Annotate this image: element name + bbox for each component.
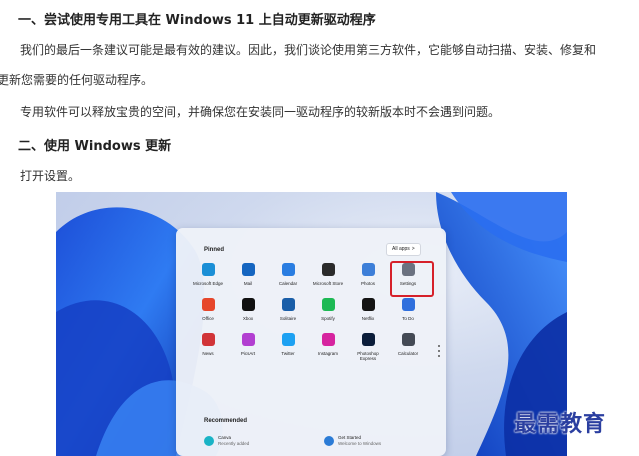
get-started-icon [324,436,334,446]
pinned-app-label: Microsoft Edge [192,281,223,286]
pinned-app-label: Photos [360,281,375,286]
recommended-item-title: Get Started [338,435,362,440]
twitter-icon [281,333,295,346]
pinned-app-label: News [202,351,214,356]
pinned-app[interactable]: PicsArt [228,333,268,356]
paragraph: 打开设置。 [20,169,81,183]
xbox-icon [241,298,255,311]
news-icon [201,333,215,346]
pinned-app-label: Office [202,316,214,321]
page-dots-indicator[interactable] [438,345,441,360]
windows-start-menu-screenshot: Pinned All apps > Microsoft Edge Mail Calen… [56,192,567,456]
all-apps-button[interactable]: All apps > [386,243,421,256]
pinned-app[interactable]: Mail [228,263,268,286]
pinned-app[interactable]: To Do [388,298,428,321]
solitaire-icon [281,298,295,311]
office-icon [201,298,215,311]
pinned-app-label: Calculator [397,351,419,356]
pinned-app-label: Instagram [317,351,338,356]
pinned-app-label: Mail [243,281,253,286]
pinned-app-label: Spotify [321,316,335,321]
pinned-app-label: PicsArt [240,351,256,356]
pinned-app[interactable]: Office [188,298,228,321]
pinned-app[interactable]: News [188,333,228,356]
paragraph: 我们的最后一条建议可能是最有效的建议。因此，我们谈论使用第三方软件，它能够自动扫… [20,43,597,57]
pinned-app[interactable]: Calculator [388,333,428,356]
netflix-icon [361,298,375,311]
photoshop-icon [361,333,375,346]
pinned-app[interactable]: Spotify [308,298,348,321]
spotify-icon [321,298,335,311]
instagram-icon [321,333,335,346]
pinned-app[interactable]: Xbox [228,298,268,321]
photos-icon [361,263,375,276]
pinned-app-label: Calendar [278,281,298,286]
pinned-app[interactable]: Instagram [308,333,348,356]
pinned-app[interactable]: Photos [348,263,388,286]
pinned-app-label: Netflix [361,316,375,321]
recommended-item-subtitle: Welcome to Windows [338,441,382,446]
recommended-heading: Recommended [204,418,248,424]
pinned-app[interactable]: Microsoft Store [308,263,348,286]
canva-icon [204,436,214,446]
settings-highlight-box [390,261,434,297]
pinned-app-label: Microsoft Store [312,281,344,286]
paragraph-continuation: 更新您需要的任何驱动程序。 [0,73,154,87]
article: 一、尝试使用专用工具在 Windows 11 上自动更新驱动程序 我们的最后一条… [0,0,639,456]
picsart-icon [241,333,255,346]
calculator-icon [401,333,415,346]
all-apps-label: All apps [392,246,410,252]
watermark-logo: 最需教育 [514,411,607,437]
pinned-app-label: To Do [402,316,414,321]
pinned-app[interactable]: Netflix [348,298,388,321]
section-heading: 一、尝试使用专用工具在 Windows 11 上自动更新驱动程序 [18,13,376,28]
section-heading: 二、使用 Windows 更新 [18,139,172,154]
edge-icon [201,263,215,276]
chevron-right-icon: > [411,246,415,252]
pinned-app-label: Photoshop Express [357,351,379,361]
todo-icon [401,298,415,311]
recommended-item-subtitle: Recently added [218,441,250,446]
recommended-item-title: Canva [218,435,232,440]
pinned-app[interactable]: Solitaire [268,298,308,321]
pinned-app-label: Xbox [242,316,254,321]
pinned-app[interactable]: Twitter [268,333,308,356]
pinned-app[interactable]: Microsoft Edge [188,263,228,286]
calendar-icon [281,263,295,276]
pinned-heading: Pinned [204,247,225,253]
start-menu: Pinned All apps > Microsoft Edge Mail Calen… [176,228,446,456]
pinned-app-label: Twitter [281,351,295,356]
pinned-app-label: Solitaire [279,316,297,321]
store-icon [321,263,335,276]
mail-icon [241,263,255,276]
pinned-app[interactable]: Photoshop Express [348,333,388,361]
paragraph: 专用软件可以释放宝贵的空间，并确保您在安装同一驱动程序的较新版本时不会遇到问题。 [20,105,501,119]
pinned-app[interactable]: Calendar [268,263,308,286]
